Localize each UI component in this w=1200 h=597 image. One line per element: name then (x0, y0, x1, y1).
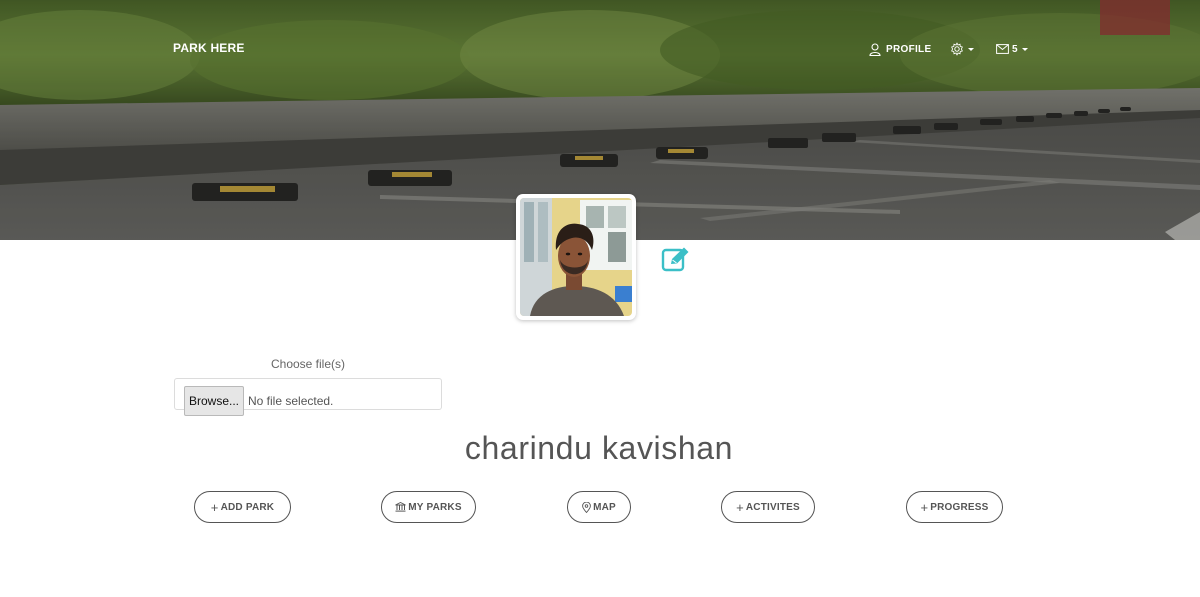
nav-profile-label: PROFILE (886, 43, 932, 55)
avatar-photo (520, 198, 632, 316)
nav-profile-link[interactable]: PROFILE (869, 40, 931, 58)
progress-label: PROGRESS (930, 501, 989, 513)
chevron-down-icon (968, 48, 974, 51)
add-park-button[interactable]: + ADD PARK (194, 491, 291, 523)
brand-link[interactable]: PARK HERE (173, 41, 245, 55)
profile-avatar (516, 194, 636, 320)
bank-icon (395, 502, 406, 512)
mail-count-badge: 5 (1012, 43, 1018, 55)
settings-dropdown[interactable] (950, 40, 974, 58)
edit-icon[interactable] (661, 246, 691, 277)
user-name-heading: charindu kavishan (464, 430, 734, 466)
activities-label: ACTIVITES (745, 501, 800, 513)
map-pin-icon (582, 501, 591, 513)
my-parks-button[interactable]: MY PARKS (381, 491, 476, 523)
gear-icon (951, 42, 963, 56)
activities-button[interactable]: + ACTIVITES (721, 491, 815, 523)
map-label: MAP (593, 501, 616, 513)
plus-icon: + (210, 499, 219, 515)
progress-button[interactable]: + PROGRESS (906, 491, 1003, 523)
chevron-down-icon (1021, 48, 1028, 51)
user-icon (869, 42, 881, 56)
messages-dropdown[interactable]: 5 (996, 40, 1028, 58)
my-parks-label: MY PARKS (408, 501, 462, 513)
map-button[interactable]: MAP (567, 491, 631, 523)
envelope-icon (996, 44, 1009, 54)
file-status-text: No file selected. (248, 394, 334, 408)
choose-files-label: Choose file(s) (270, 357, 346, 371)
plus-icon: + (920, 499, 929, 515)
add-park-label: ADD PARK (220, 501, 275, 513)
browse-button[interactable]: Browse... (184, 386, 244, 416)
plus-icon: + (736, 499, 744, 515)
